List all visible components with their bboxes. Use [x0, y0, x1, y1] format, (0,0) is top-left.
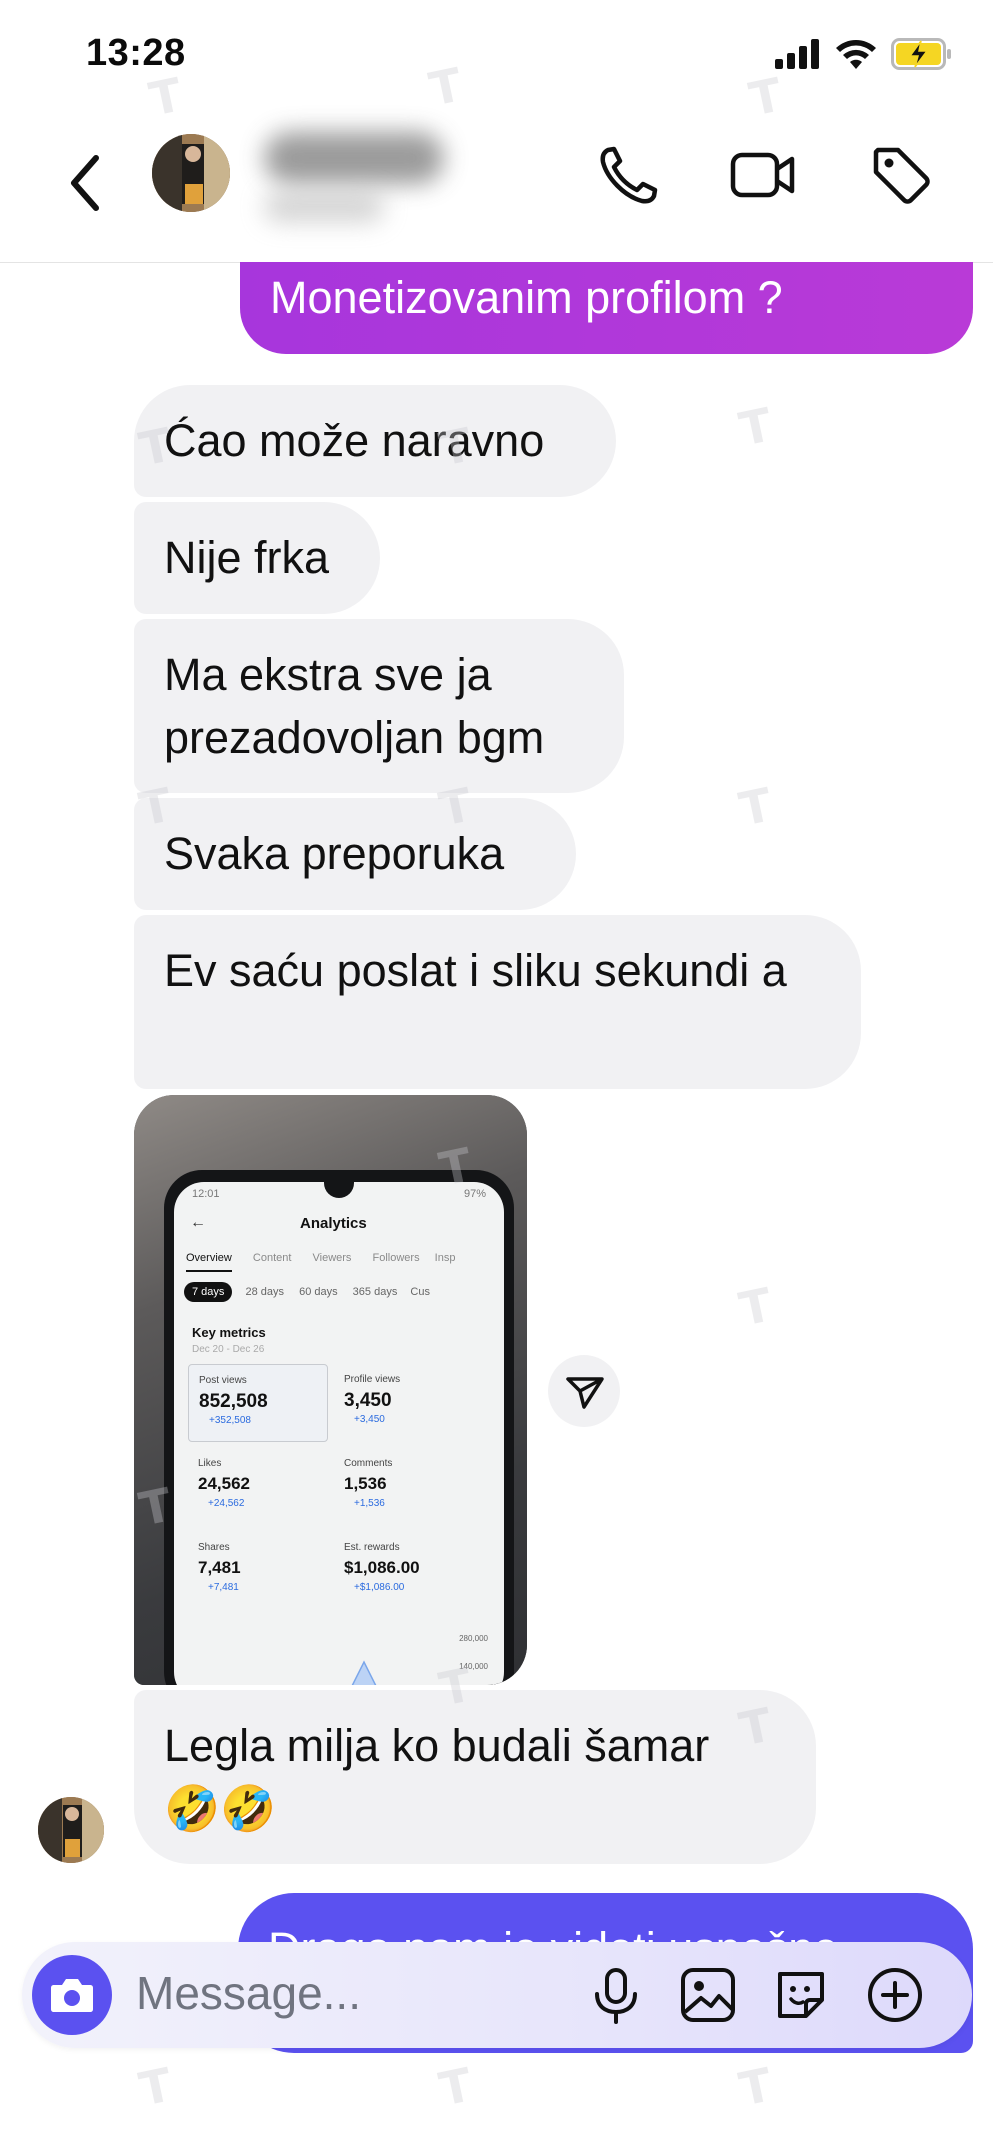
photo-metric-label: Shares [198, 1542, 230, 1553]
photo-tab: Content [252, 1252, 292, 1264]
video-call-icon[interactable] [728, 140, 798, 210]
photo-range: 7 days [184, 1282, 233, 1302]
photo-metric-delta: +$1,086.00 [354, 1582, 405, 1593]
photo-metric-delta: +1,536 [354, 1498, 385, 1509]
message-text: Ev saću poslat i sliku sekundi a [164, 945, 787, 996]
message-text: Nije frka [164, 532, 330, 583]
photo-metric-card: Comments 1,536 +1,536 [334, 1448, 484, 1524]
back-chevron-icon[interactable] [62, 148, 112, 218]
message-text: Ćao može naravno [164, 415, 545, 466]
photo-date-range: Dec 20 - Dec 26 [192, 1344, 265, 1355]
photo-metric-value: 7,481 [198, 1558, 241, 1577]
status-bar: 13:28 [0, 0, 993, 110]
photo-range: 365 days [352, 1286, 398, 1298]
photo-status-battery: 97% [463, 1188, 486, 1200]
photo-range: 60 days [299, 1286, 338, 1298]
photo-metric-card: Shares 7,481 +7,481 [188, 1532, 326, 1608]
message-text: Svaka preporuka [164, 828, 505, 879]
cellular-signal-icon [775, 39, 819, 69]
photo-key-metrics-title: Key metrics [192, 1325, 266, 1340]
photo-status-time: 12:01 [192, 1188, 220, 1200]
photo-metric-card: Est. rewards $1,086.00 +$1,086.00 [334, 1532, 494, 1608]
phone-in-photo: 12:01 97% ← Analytics Overview Content V… [164, 1170, 514, 1685]
share-button[interactable] [548, 1355, 620, 1427]
photo-tabs: Overview Content Viewers Followers Insp [186, 1252, 504, 1276]
sender-avatar[interactable] [38, 1797, 104, 1863]
photo-metric-label: Post views [199, 1375, 247, 1386]
camera-button[interactable] [32, 1955, 112, 2035]
photo-metric-card: Profile views 3,450 +3,450 [334, 1364, 484, 1440]
photo-metric-value: 24,562 [198, 1474, 250, 1493]
outgoing-message[interactable]: Monetizovanim profilom ? [240, 262, 973, 354]
gallery-icon[interactable] [677, 1964, 739, 2026]
message-input[interactable]: Message... [136, 1966, 361, 2020]
blurred-contact-name [264, 132, 444, 184]
photo-metric-delta: +3,450 [354, 1414, 385, 1425]
phone-call-icon[interactable] [594, 140, 664, 210]
photo-metric-label: Est. rewards [344, 1542, 400, 1553]
incoming-message[interactable]: Ev saću poslat i sliku sekundi a [134, 915, 861, 1089]
photo-chart-tick: 140,000 [459, 1662, 488, 1671]
phone-notch [324, 1182, 354, 1198]
message-composer: Message... [22, 1942, 972, 2048]
photo-metric-delta: +24,562 [208, 1498, 245, 1509]
photo-tab: Viewers [312, 1252, 352, 1264]
photo-tab: Insp [434, 1252, 456, 1264]
wifi-icon [836, 40, 876, 69]
photo-tab: Overview [186, 1252, 232, 1272]
photo-back-arrow-icon: ← [190, 1214, 206, 1231]
incoming-message[interactable]: Legla milja ko budali šamar 🤣🤣 [134, 1690, 816, 1864]
microphone-icon[interactable] [585, 1964, 647, 2026]
message-emoji: 🤣🤣 [164, 1782, 277, 1835]
photo-tab: Followers [372, 1252, 420, 1264]
photo-metric-value: 1,536 [344, 1474, 387, 1493]
status-icons [775, 34, 953, 74]
status-time: 13:28 [86, 32, 186, 74]
photo-metric-label: Likes [198, 1458, 222, 1469]
photo-metric-delta: +7,481 [208, 1582, 239, 1593]
blurred-contact-subtitle [264, 192, 384, 222]
contact-avatar[interactable] [152, 134, 230, 212]
photo-metric-value: 3,450 [344, 1390, 392, 1411]
message-text: Monetizovanim profilom ? [270, 272, 783, 323]
photo-title: Analytics [300, 1215, 367, 1232]
photo-metric-value: $1,086.00 [344, 1558, 420, 1577]
photo-range: Cus [410, 1286, 430, 1298]
incoming-message[interactable]: Ma ekstra sve ja prezadovoljan bgm [134, 619, 624, 793]
photo-metric-card: Likes 24,562 +24,562 [188, 1448, 326, 1524]
photo-ranges: 7 days 28 days 60 days 365 days Cus [184, 1282, 504, 1302]
phone-screen: 12:01 97% ← Analytics Overview Content V… [174, 1182, 504, 1685]
message-text: Legla milja ko budali šamar [164, 1720, 710, 1771]
photo-metric-delta: +352,508 [209, 1415, 251, 1426]
message-text: Ma ekstra sve ja prezadovoljan bgm [164, 649, 545, 763]
photo-message[interactable]: 12:01 97% ← Analytics Overview Content V… [134, 1095, 527, 1685]
sticker-icon[interactable] [770, 1964, 832, 2026]
photo-metric-label: Profile views [344, 1374, 401, 1385]
incoming-message[interactable]: Nije frka [134, 502, 380, 614]
photo-range: 28 days [245, 1286, 285, 1298]
incoming-message[interactable]: Ćao može naravno [134, 385, 616, 497]
send-icon [566, 1377, 604, 1409]
photo-chart-tick: 280,000 [459, 1634, 488, 1643]
photo-metric-value: 852,508 [199, 1391, 268, 1412]
plus-circle-icon[interactable] [864, 1964, 926, 2026]
battery-charging-icon [891, 38, 951, 70]
photo-chart-peak [351, 1660, 377, 1685]
tag-icon[interactable] [866, 140, 936, 210]
photo-metric-label: Comments [344, 1458, 393, 1469]
chat-header [0, 110, 993, 263]
incoming-message[interactable]: Svaka preporuka [134, 798, 576, 910]
photo-metric-card: Post views 852,508 +352,508 [188, 1364, 328, 1442]
camera-icon [51, 1979, 93, 2012]
